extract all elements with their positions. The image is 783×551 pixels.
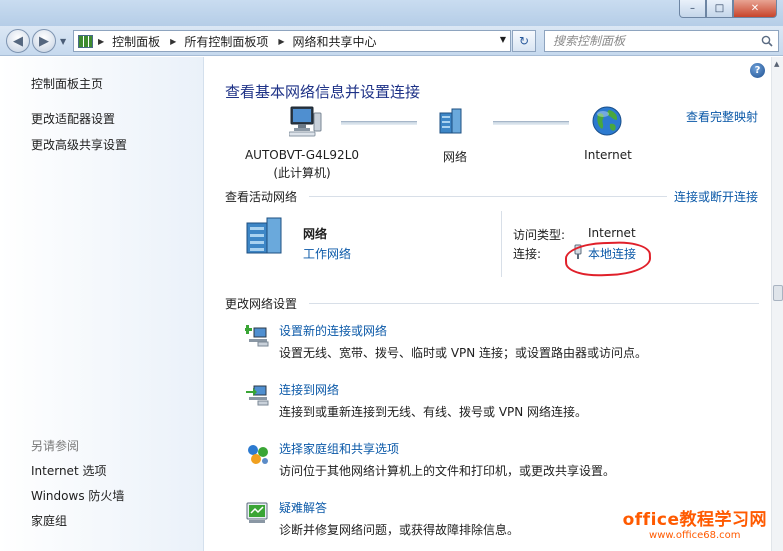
search-box <box>544 30 779 52</box>
internet-node-label: Internet <box>584 148 632 162</box>
connect-network-icon <box>246 385 269 406</box>
vertical-scrollbar[interactable]: ▲ <box>771 57 783 551</box>
scrollbar-thumb[interactable] <box>773 285 783 301</box>
back-arrow-icon: ◀ <box>13 33 23 49</box>
search-input[interactable] <box>553 34 758 48</box>
refresh-icon: ↻ <box>518 34 530 48</box>
address-dropdown-icon[interactable]: ▼ <box>500 35 506 44</box>
troubleshoot-icon <box>246 502 268 523</box>
task-desc-troubleshoot: 诊断并修复网络问题，或获得故障排除信息。 <box>279 523 520 537</box>
title-bar: – □ ✕ <box>0 0 783 26</box>
see-also-heading: 另请参阅 <box>31 439 80 453</box>
breadcrumb: ▶ 控制面板 ▶ 所有控制面板项 ▶ 网络和共享中心 <box>98 33 387 50</box>
refresh-button[interactable]: ↻ <box>512 30 536 52</box>
connect-disconnect-link[interactable]: 连接或断开连接 <box>674 188 758 205</box>
minimize-button[interactable]: – <box>679 0 706 18</box>
network-name: 网络 <box>303 227 328 241</box>
network-icon <box>439 108 462 134</box>
task-link-homegroup[interactable]: 选择家庭组和共享选项 <box>279 440 399 457</box>
chevron-right-icon[interactable]: ▶ <box>170 37 176 46</box>
task-desc-connect-network: 连接到或重新连接到无线、有线、拨号或 VPN 网络连接。 <box>279 405 588 419</box>
homegroup-icon <box>248 445 268 464</box>
globe-icon <box>592 106 622 136</box>
connections-label: 连接: <box>513 247 542 261</box>
sidebar-item-advanced-sharing[interactable]: 更改高级共享设置 <box>31 136 127 153</box>
help-icon[interactable]: ? <box>750 63 765 78</box>
forward-button[interactable]: ▶ <box>32 29 56 53</box>
sidebar-item-home[interactable]: 控制面板主页 <box>31 75 103 92</box>
section-divider <box>309 196 667 197</box>
task-desc-new-connection: 设置无线、宽带、拨号、临时或 VPN 连接；或设置路由器或访问点。 <box>279 346 648 360</box>
task-pane: 控制面板主页 更改适配器设置 更改高级共享设置 另请参阅 Internet 选项… <box>0 57 204 551</box>
network-type-link[interactable]: 工作网络 <box>303 245 351 262</box>
map-link-line <box>493 121 569 125</box>
see-also-homegroup[interactable]: 家庭组 <box>31 512 67 529</box>
sidebar-item-adapter-settings[interactable]: 更改适配器设置 <box>31 110 115 127</box>
change-settings-heading: 更改网络设置 <box>225 297 298 311</box>
computer-subtitle: (此计算机) <box>273 166 331 180</box>
task-homegroup: 选择家庭组和共享选项 访问位于其他网络计算机上的文件和打印机，或更改共享设置。 <box>245 440 765 484</box>
annotation-circle <box>564 240 652 278</box>
active-networks-heading: 查看活动网络 <box>225 190 298 204</box>
network-node-label: 网络 <box>442 150 467 164</box>
task-link-new-connection[interactable]: 设置新的连接或网络 <box>279 322 387 339</box>
breadcrumb-item[interactable]: 控制面板 <box>112 33 160 50</box>
back-button[interactable]: ◀ <box>6 29 30 53</box>
new-connection-icon <box>245 325 269 347</box>
section-divider <box>309 303 759 304</box>
breadcrumb-item[interactable]: 所有控制面板项 <box>184 33 268 50</box>
watermark-url: www.office68.com <box>649 530 741 541</box>
chevron-right-icon[interactable]: ▶ <box>98 37 104 46</box>
work-network-icon <box>246 217 282 254</box>
watermark: office教程学习网 www.office68.com <box>623 505 767 541</box>
window-controls: – □ ✕ <box>679 0 777 18</box>
access-type-label: 访问类型: <box>513 228 566 242</box>
navigation-bar: ◀ ▶ ▼ ▶ 控制面板 ▶ 所有控制面板项 ▶ 网络和共享中心 ▼ ↻ <box>0 26 783 56</box>
map-link-line <box>341 121 417 125</box>
main-content: ? 查看基本网络信息并设置连接 查看完整映射 AUTOBVT-G4L92L0 (… <box>205 57 771 551</box>
chevron-right-icon[interactable]: ▶ <box>278 37 284 46</box>
forward-arrow-icon: ▶ <box>39 33 49 49</box>
full-map-link[interactable]: 查看完整映射 <box>686 108 758 125</box>
task-desc-homegroup: 访问位于其他网络计算机上的文件和打印机，或更改共享设置。 <box>279 464 616 478</box>
computer-icon <box>289 106 322 137</box>
access-type-value: Internet <box>588 226 636 240</box>
maximize-button[interactable]: □ <box>706 0 733 18</box>
task-connect-network: 连接到网络 连接到或重新连接到无线、有线、拨号或 VPN 网络连接。 <box>245 381 765 425</box>
scroll-up-icon[interactable]: ▲ <box>774 60 779 68</box>
task-link-connect-network[interactable]: 连接到网络 <box>279 381 339 398</box>
address-bar[interactable]: ▶ 控制面板 ▶ 所有控制面板项 ▶ 网络和共享中心 ▼ <box>73 30 511 52</box>
see-also-windows-firewall[interactable]: Windows 防火墙 <box>31 487 124 504</box>
watermark-main: office教程学习网 <box>622 510 767 530</box>
control-panel-icon <box>78 34 93 48</box>
task-new-connection: 设置新的连接或网络 设置无线、宽带、拨号、临时或 VPN 连接；或设置路由器或访… <box>245 322 765 366</box>
close-button[interactable]: ✕ <box>733 0 777 18</box>
page-title: 查看基本网络信息并设置连接 <box>225 83 421 101</box>
computer-name: AUTOBVT-G4L92L0 <box>244 148 360 162</box>
recent-pages-dropdown[interactable]: ▼ <box>60 37 66 46</box>
task-link-troubleshoot[interactable]: 疑难解答 <box>279 499 327 516</box>
breadcrumb-item[interactable]: 网络和共享中心 <box>293 33 377 50</box>
vertical-divider <box>501 211 502 277</box>
see-also-internet-options[interactable]: Internet 选项 <box>31 462 106 479</box>
search-icon[interactable] <box>761 35 773 47</box>
